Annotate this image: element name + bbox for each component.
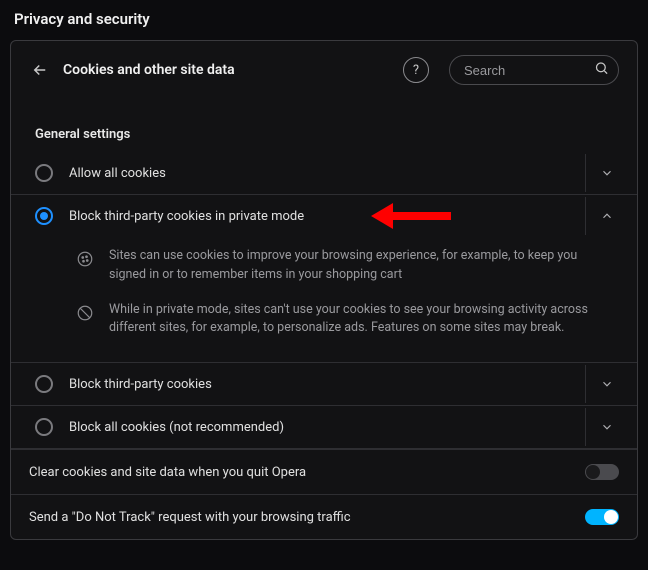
chevron-down-icon [600,166,614,180]
panel-header: Cookies and other site data ? [11,41,637,93]
expand-button[interactable] [585,408,627,446]
option-detail: Sites can use cookies to improve your br… [11,237,637,363]
option-block-all[interactable]: Block all cookies (not recommended) [11,406,637,449]
arrow-left-icon [31,61,49,79]
panel-heading: Cookies and other site data [63,62,391,78]
back-button[interactable] [29,59,51,81]
detail-row-blocked: While in private mode, sites can't use y… [35,295,613,349]
collapse-button[interactable] [585,197,627,235]
expand-button[interactable] [585,154,627,192]
toggle-label: Clear cookies and site data when you qui… [29,465,585,480]
switch[interactable] [585,509,619,525]
chevron-down-icon [600,420,614,434]
option-block-3p[interactable]: Block third-party cookies [11,363,637,406]
option-label: Block third-party cookies in private mod… [69,209,577,224]
detail-row-cookies: Sites can use cookies to improve your br… [35,241,613,295]
toggle-clear-on-quit[interactable]: Clear cookies and site data when you qui… [11,449,637,494]
section-title-general: General settings [11,93,637,152]
detail-text: Sites can use cookies to improve your br… [109,247,613,285]
option-allow-all[interactable]: Allow all cookies [11,152,637,195]
help-button[interactable]: ? [403,57,429,83]
option-block-3p-private[interactable]: Block third-party cookies in private mod… [11,195,637,237]
settings-panel: Cookies and other site data ? General se… [10,40,638,540]
radio-icon [35,207,53,225]
toggle-label: Send a "Do Not Track" request with your … [29,510,585,525]
option-label: Block all cookies (not recommended) [69,420,577,435]
option-label: Block third-party cookies [69,377,577,392]
toggle-do-not-track[interactable]: Send a "Do Not Track" request with your … [11,494,637,539]
search-icon [594,61,609,80]
radio-icon [35,164,53,182]
radio-icon [35,418,53,436]
help-icon: ? [413,63,419,78]
option-label: Allow all cookies [69,166,577,181]
detail-text: While in private mode, sites can't use y… [109,301,613,339]
cookie-icon [75,249,95,269]
page-title: Privacy and security [0,0,648,40]
chevron-up-icon [600,209,614,223]
search-field-wrap [449,55,619,85]
radio-icon [35,375,53,393]
chevron-down-icon [600,377,614,391]
switch[interactable] [585,464,619,480]
expand-button[interactable] [585,365,627,403]
blocked-icon [75,303,95,323]
